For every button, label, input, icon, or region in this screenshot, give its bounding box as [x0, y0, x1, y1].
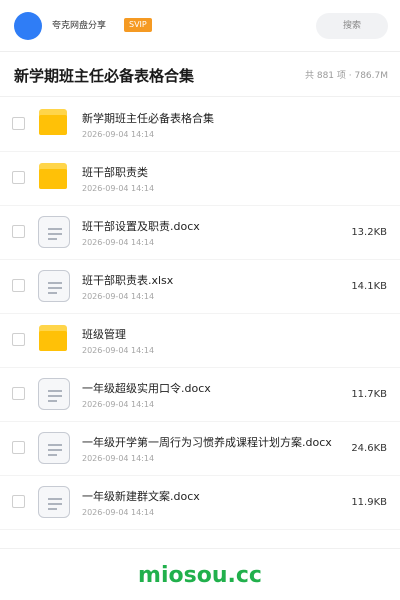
select-checkbox[interactable] — [12, 117, 25, 130]
footer: miosou.cc — [0, 548, 400, 600]
document-icon — [38, 378, 70, 410]
file-row[interactable]: 一年级新建群文案.docx 2026-09-04 14:14 11.9KB — [0, 476, 400, 530]
select-checkbox[interactable] — [12, 387, 25, 400]
file-size: 24.6KB — [351, 443, 387, 454]
file-name: 班级管理 — [82, 328, 126, 341]
file-row[interactable]: 班干部职责表.xlsx 2026-09-04 14:14 14.1KB — [0, 260, 400, 314]
file-name: 一年级新建群文案.docx — [82, 490, 200, 503]
select-checkbox[interactable] — [12, 225, 25, 238]
file-date: 2026-09-04 14:14 — [82, 400, 155, 409]
file-name: 班干部设置及职责.docx — [82, 220, 200, 233]
svip-badge: SVIP — [124, 18, 152, 32]
document-icon — [38, 486, 70, 518]
file-row[interactable]: 班干部职责类 2026-09-04 14:14 — [0, 152, 400, 206]
top-bar: 夸克网盘分享 SVIP 搜索 — [0, 0, 400, 52]
file-size: 11.7KB — [351, 389, 387, 400]
file-row[interactable]: 一年级超级实用口令.docx 2026-09-04 14:14 11.7KB — [0, 368, 400, 422]
file-name: 班干部职责表.xlsx — [82, 274, 174, 287]
document-icon — [38, 432, 70, 464]
document-icon — [38, 216, 70, 248]
file-date: 2026-09-04 14:14 — [82, 292, 155, 301]
file-row[interactable]: 新学期班主任必备表格合集 2026-09-04 14:14 — [0, 98, 400, 152]
folder-icon — [38, 108, 70, 140]
select-checkbox[interactable] — [12, 441, 25, 454]
select-checkbox[interactable] — [12, 171, 25, 184]
file-date: 2026-09-04 14:14 — [82, 130, 155, 139]
uploader-name[interactable]: 夸克网盘分享 — [52, 19, 106, 33]
search-input[interactable]: 搜索 — [316, 13, 388, 39]
share-title-bar: 新学期班主任必备表格合集 共 881 项 · 786.7M — [0, 53, 400, 97]
file-name: 一年级开学第一周行为习惯养成课程计划方案.docx — [82, 436, 332, 449]
file-name: 班干部职责类 — [82, 166, 148, 179]
file-name: 新学期班主任必备表格合集 — [82, 112, 214, 125]
select-checkbox[interactable] — [12, 279, 25, 292]
select-checkbox[interactable] — [12, 333, 25, 346]
file-row[interactable]: 一年级开学第一周行为习惯养成课程计划方案.docx 2026-09-04 14:1… — [0, 422, 400, 476]
file-row[interactable]: 班级管理 2026-09-04 14:14 — [0, 314, 400, 368]
select-checkbox[interactable] — [12, 495, 25, 508]
page-title: 新学期班主任必备表格合集 — [14, 67, 195, 85]
file-date: 2026-09-04 14:14 — [82, 184, 155, 193]
file-list: 新学期班主任必备表格合集 2026-09-04 14:14 班干部职责类 2026-0… — [0, 98, 400, 530]
file-size: 14.1KB — [351, 281, 387, 292]
file-date: 2026-09-04 14:14 — [82, 454, 155, 463]
avatar[interactable] — [14, 12, 42, 40]
file-date: 2026-09-04 14:14 — [82, 238, 155, 247]
file-date: 2026-09-04 14:14 — [82, 508, 155, 517]
folder-icon — [38, 324, 70, 356]
file-date: 2026-09-04 14:14 — [82, 346, 155, 355]
file-size: 11.9KB — [351, 497, 387, 508]
file-name: 一年级超级实用口令.docx — [82, 382, 211, 395]
watermark: miosou.cc — [138, 563, 262, 588]
file-size: 13.2KB — [351, 227, 387, 238]
folder-icon — [38, 162, 70, 194]
document-icon — [38, 270, 70, 302]
file-row[interactable]: 班干部设置及职责.docx 2026-09-04 14:14 13.2KB — [0, 206, 400, 260]
share-summary: 共 881 项 · 786.7M — [304, 71, 388, 81]
